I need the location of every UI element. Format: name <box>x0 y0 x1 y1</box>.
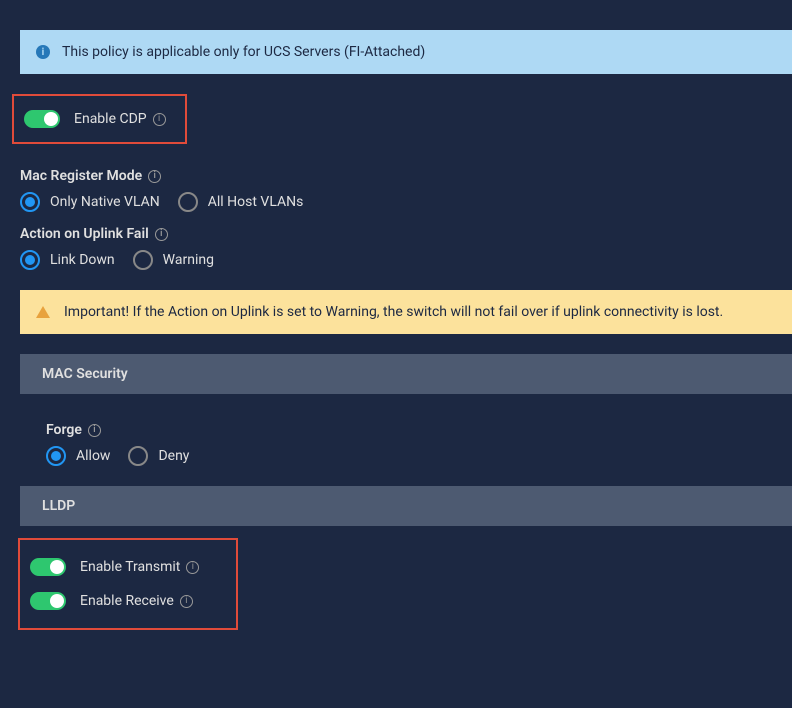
radio-label: Link Down <box>50 252 115 268</box>
info-banner-text: This policy is applicable only for UCS S… <box>62 44 425 60</box>
enable-receive-toggle[interactable] <box>30 592 66 610</box>
enable-transmit-label-wrap: Enable Transmit i <box>80 559 199 575</box>
radio-icon <box>20 192 40 212</box>
enable-receive-row: Enable Receive i <box>30 584 226 618</box>
radio-warning[interactable]: Warning <box>133 250 214 270</box>
mac-register-mode-group: Only Native VLAN All Host VLANs <box>20 192 792 212</box>
info-circle-icon[interactable]: i <box>88 424 101 437</box>
info-circle-icon[interactable]: i <box>153 113 166 126</box>
enable-cdp-label-wrap: Enable CDP i <box>74 111 166 127</box>
enable-transmit-label: Enable Transmit <box>80 559 180 575</box>
info-circle-icon[interactable]: i <box>148 170 161 183</box>
radio-label: Only Native VLAN <box>50 194 160 210</box>
enable-cdp-toggle[interactable] <box>24 110 60 128</box>
radio-label: Deny <box>158 448 189 464</box>
radio-icon <box>128 446 148 466</box>
radio-all-host-vlans[interactable]: All Host VLANs <box>178 192 304 212</box>
action-on-uplink-fail-group: Link Down Warning <box>20 250 792 270</box>
warning-banner-text: Important! If the Action on Uplink is se… <box>64 304 723 320</box>
enable-cdp-highlight: Enable CDP i <box>12 94 187 144</box>
radio-label: Allow <box>76 448 110 464</box>
toggle-knob <box>50 560 64 574</box>
radio-only-native-vlan[interactable]: Only Native VLAN <box>20 192 160 212</box>
forge-text: Forge <box>46 422 82 438</box>
radio-icon <box>20 250 40 270</box>
radio-link-down[interactable]: Link Down <box>20 250 115 270</box>
info-icon: i <box>36 45 50 59</box>
warning-icon <box>36 306 50 318</box>
info-banner: i This policy is applicable only for UCS… <box>20 30 792 74</box>
forge-label: Forge i <box>46 422 792 438</box>
enable-transmit-toggle[interactable] <box>30 558 66 576</box>
enable-cdp-label: Enable CDP <box>74 111 147 127</box>
enable-transmit-row: Enable Transmit i <box>30 550 226 584</box>
warning-banner: Important! If the Action on Uplink is se… <box>20 290 792 334</box>
radio-icon <box>46 446 66 466</box>
info-circle-icon[interactable]: i <box>186 561 199 574</box>
mac-register-mode-text: Mac Register Mode <box>20 168 142 184</box>
radio-icon <box>178 192 198 212</box>
toggle-knob <box>44 112 58 126</box>
info-circle-icon[interactable]: i <box>155 228 168 241</box>
enable-receive-label: Enable Receive <box>80 593 174 609</box>
mac-register-mode-label: Mac Register Mode i <box>20 168 792 184</box>
forge-group: Allow Deny <box>46 446 792 466</box>
enable-receive-label-wrap: Enable Receive i <box>80 593 193 609</box>
action-on-uplink-fail-text: Action on Uplink Fail <box>20 226 149 242</box>
radio-allow[interactable]: Allow <box>46 446 110 466</box>
lldp-highlight: Enable Transmit i Enable Receive i <box>18 538 238 630</box>
radio-label: All Host VLANs <box>208 194 304 210</box>
radio-icon <box>133 250 153 270</box>
radio-deny[interactable]: Deny <box>128 446 189 466</box>
toggle-knob <box>50 594 64 608</box>
info-circle-icon[interactable]: i <box>180 595 193 608</box>
action-on-uplink-fail-label: Action on Uplink Fail i <box>20 226 792 242</box>
mac-security-header: MAC Security <box>20 354 792 394</box>
lldp-header: LLDP <box>20 486 792 526</box>
radio-label: Warning <box>163 252 214 268</box>
